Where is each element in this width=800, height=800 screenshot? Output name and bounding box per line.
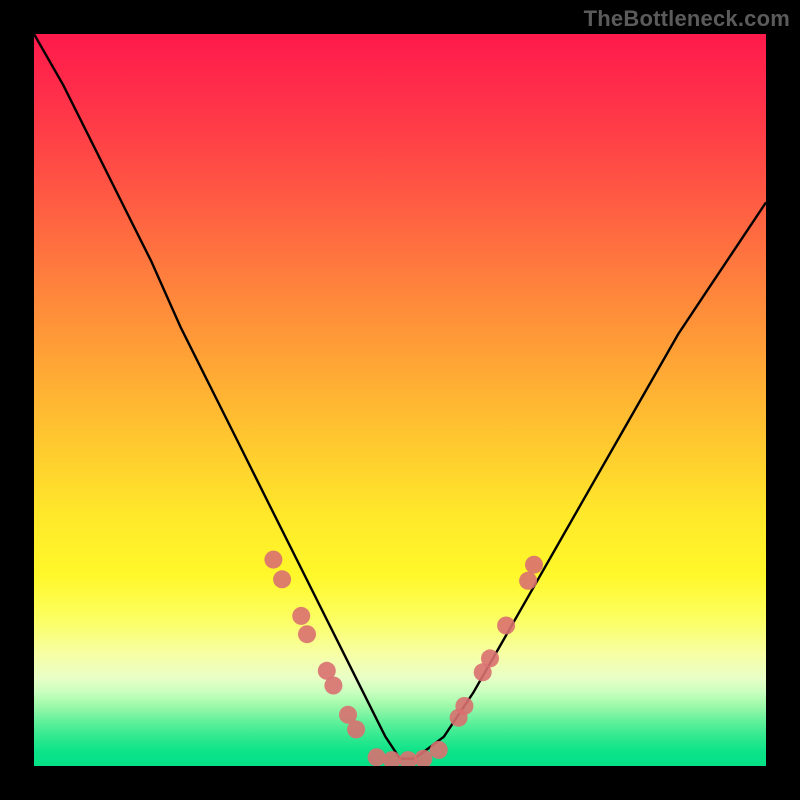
chart-frame: TheBottleneck.com (0, 0, 800, 800)
curve-marker (264, 551, 282, 569)
curve-marker (455, 697, 473, 715)
curve-marker (298, 625, 316, 643)
curve-marker (399, 751, 417, 766)
curve-marker (383, 751, 401, 766)
chart-svg (34, 34, 766, 766)
curve-marker (324, 677, 342, 695)
curve-marker (273, 570, 291, 588)
curve-marker (347, 720, 365, 738)
curve-marker (414, 750, 432, 766)
curve-marker (497, 617, 515, 635)
watermark-text: TheBottleneck.com (584, 6, 790, 32)
curve-marker (519, 572, 537, 590)
bottleneck-curve (34, 34, 766, 759)
curve-marker (292, 607, 310, 625)
curve-marker (481, 649, 499, 667)
curve-marker (368, 748, 386, 766)
curve-markers (264, 551, 543, 766)
curve-marker (430, 741, 448, 759)
curve-marker (525, 556, 543, 574)
plot-area (34, 34, 766, 766)
